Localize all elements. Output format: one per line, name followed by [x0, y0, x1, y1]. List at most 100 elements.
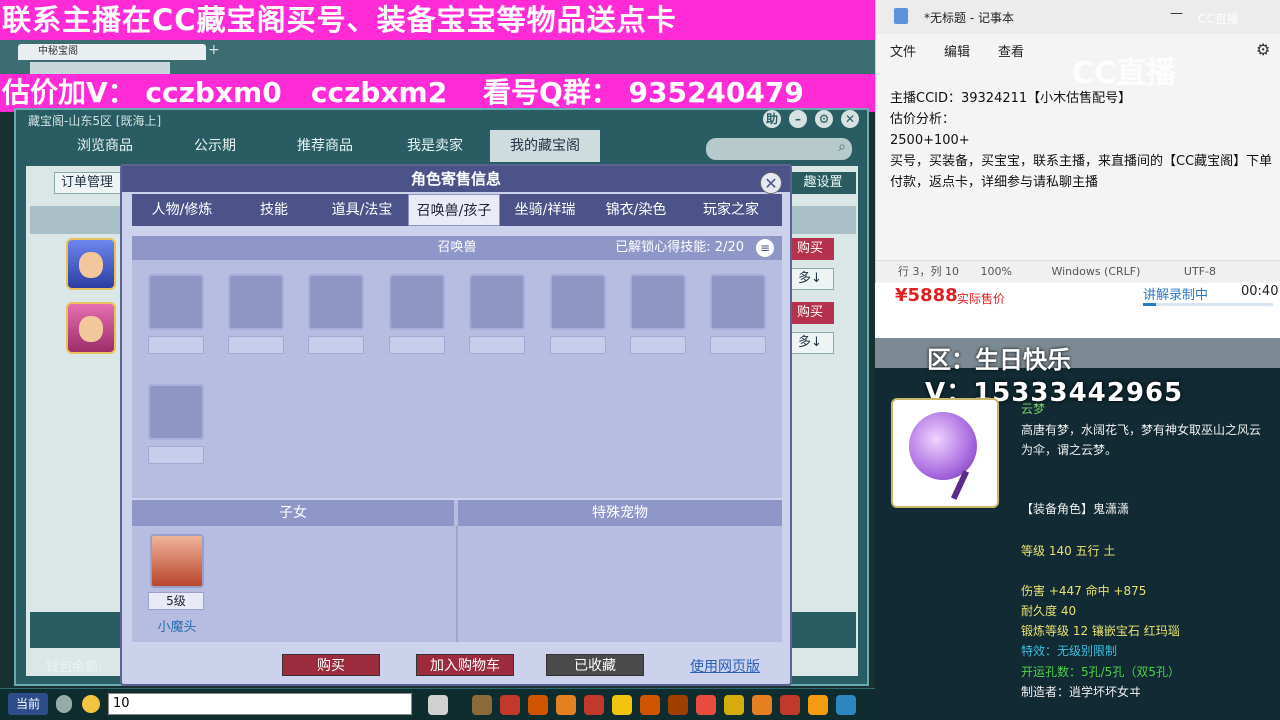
search-icon[interactable]: ⌕: [838, 139, 846, 155]
gift-icon[interactable]: [528, 695, 548, 715]
cc-live-watermark: CC直播: [1198, 12, 1239, 26]
pet-slot[interactable]: [308, 274, 364, 330]
tab-home[interactable]: 玩家之家: [682, 194, 780, 226]
add-to-cart-button[interactable]: 加入购物车: [416, 654, 514, 676]
more-button[interactable]: 多↓: [786, 332, 834, 354]
favorited-button[interactable]: 已收藏: [546, 654, 644, 676]
menu-edit[interactable]: 编辑: [944, 38, 970, 68]
friends-icon[interactable]: [752, 695, 772, 715]
web-version-link[interactable]: 使用网页版: [690, 656, 760, 676]
shop-tabs: 浏览商品 公示期 推荐商品 我是卖家 我的藏宝阁: [50, 130, 600, 162]
tab-items[interactable]: 道具/法宝: [316, 194, 408, 226]
more-button[interactable]: 多↓: [786, 268, 834, 290]
address-bar[interactable]: [30, 62, 170, 74]
settings-icon[interactable]: [836, 695, 856, 715]
pet-slot-label: [630, 336, 686, 354]
notepad-text-area[interactable]: 主播CCID：39324211【小木估售配号】 估价分析： 2500+100+ …: [890, 88, 1275, 248]
cc-live-logo: CC直播: [1072, 56, 1177, 91]
tab-character[interactable]: 人物/修炼: [132, 194, 232, 226]
pet-slot[interactable]: [710, 274, 766, 330]
gear-icon[interactable]: ⚙: [1256, 40, 1270, 59]
minimize-icon[interactable]: –: [789, 110, 807, 128]
tab-outfits[interactable]: 锦衣/染色: [590, 194, 682, 226]
item-tooltip-panel: 区：生日快乐 V：15333442965 云梦 高唐有梦，水阔花飞，梦有神女取巫…: [875, 338, 1280, 720]
settings-icon[interactable]: ⚙: [815, 110, 833, 128]
menu-icon[interactable]: ≡: [756, 239, 774, 257]
children-section-title: 子女: [132, 500, 454, 526]
avatar[interactable]: [66, 238, 116, 290]
recording-status: 讲解录制中: [1143, 288, 1209, 303]
game-chat-bar: 当前 10: [0, 688, 875, 720]
interest-settings-button[interactable]: 趣设置: [790, 172, 856, 194]
item-durability: 耐久度 40: [1021, 604, 1077, 618]
pet-slot[interactable]: [550, 274, 606, 330]
promo-banner-top: 联系主播在CC藏宝阁买号、装备宝宝等物品送点卡: [0, 0, 875, 40]
close-icon[interactable]: ✕: [760, 172, 782, 194]
pet-slot[interactable]: [148, 384, 204, 440]
recording-progress: [1143, 303, 1273, 306]
bag-icon[interactable]: [584, 695, 604, 715]
pet-slot[interactable]: [148, 274, 204, 330]
promo-banner-contact: 估价加V： cczbxm0 cczbxm2 看号Q群： 935240479: [0, 74, 875, 112]
menu-view[interactable]: 查看: [998, 38, 1024, 68]
window-controls: 助 – ⚙ ✕: [763, 110, 859, 128]
pet-panel-header: 召唤兽 已解锁心得技能: 2/20 ≡: [132, 236, 782, 260]
help-button[interactable]: 助: [763, 110, 781, 128]
pet-slot[interactable]: [228, 274, 284, 330]
tab-my-pavilion[interactable]: 我的藏宝阁: [490, 130, 600, 162]
minimize-icon[interactable]: —: [1170, 6, 1183, 21]
shop-icon[interactable]: [500, 695, 520, 715]
browser-tabbar: 中秘宝阁 +: [0, 40, 875, 74]
weapon-icon[interactable]: [472, 695, 492, 715]
chat-channel-button[interactable]: 当前: [8, 693, 48, 715]
system-icon[interactable]: [808, 695, 828, 715]
pet-slot[interactable]: [630, 274, 686, 330]
pet-panel: 召唤兽 已解锁心得技能: 2/20 ≡: [132, 236, 782, 498]
mail-icon[interactable]: [696, 695, 716, 715]
pet-icon[interactable]: [428, 695, 448, 715]
notepad-menubar: 文件 编辑 查看: [876, 38, 1038, 68]
item-role: 【装备角色】鬼潇潇: [1021, 502, 1130, 516]
child-level: 5级: [148, 592, 204, 610]
ranking-icon[interactable]: [780, 695, 800, 715]
skill-icon[interactable]: [668, 695, 688, 715]
close-icon[interactable]: ✕: [841, 110, 859, 128]
tab-mounts[interactable]: 坐骑/祥瑞: [500, 194, 590, 226]
pet-slot-label: [550, 336, 606, 354]
buy-button[interactable]: 购买: [282, 654, 380, 676]
pet-slot[interactable]: [389, 274, 445, 330]
gold-icon[interactable]: [612, 695, 632, 715]
tab-pets-children[interactable]: 召唤兽/孩子: [408, 194, 500, 226]
screen: 中秘宝阁 + 联系主播在CC藏宝阁买号、装备宝宝等物品送点卡 估价加V： ccz…: [0, 0, 1280, 720]
search-input[interactable]: ⌕: [706, 138, 852, 160]
notepad-icon: [894, 8, 908, 24]
pet-slot-label: [308, 336, 364, 354]
browser-tab[interactable]: 中秘宝阁: [18, 44, 206, 60]
dialog-title: 角色寄售信息: [122, 166, 790, 192]
notepad-window: *无标题 - 记事本 — 文件 编辑 查看 主播CCID：39324211【小木…: [875, 0, 1280, 283]
new-tab-button[interactable]: +: [208, 42, 220, 58]
child-name[interactable]: 小魔头: [142, 616, 212, 635]
tab-recommended[interactable]: 推荐商品: [270, 130, 380, 162]
avatar[interactable]: [66, 302, 116, 354]
menu-file[interactable]: 文件: [890, 38, 916, 68]
child-avatar[interactable]: [150, 534, 204, 588]
recording-time: 00:40: [1241, 284, 1279, 299]
tab-public[interactable]: 公示期: [160, 130, 270, 162]
emoji-icon[interactable]: [82, 695, 100, 713]
microphone-icon[interactable]: [56, 695, 72, 713]
pet-slot-label: [148, 336, 204, 354]
item-name: 云梦: [1021, 402, 1046, 416]
wallet-balance-label: 钱包余额:: [46, 660, 103, 675]
tab-skills[interactable]: 技能: [232, 194, 316, 226]
buy-button[interactable]: 购买: [786, 302, 834, 324]
activity-icon[interactable]: [556, 695, 576, 715]
tab-seller[interactable]: 我是卖家: [380, 130, 490, 162]
chat-input[interactable]: 10: [108, 693, 412, 715]
team-icon[interactable]: [640, 695, 660, 715]
buy-button[interactable]: 购买: [786, 238, 834, 260]
pet-slot[interactable]: [469, 274, 525, 330]
guild-icon[interactable]: [724, 695, 744, 715]
tab-browse[interactable]: 浏览商品: [50, 130, 160, 162]
pet-slot-label: [389, 336, 445, 354]
